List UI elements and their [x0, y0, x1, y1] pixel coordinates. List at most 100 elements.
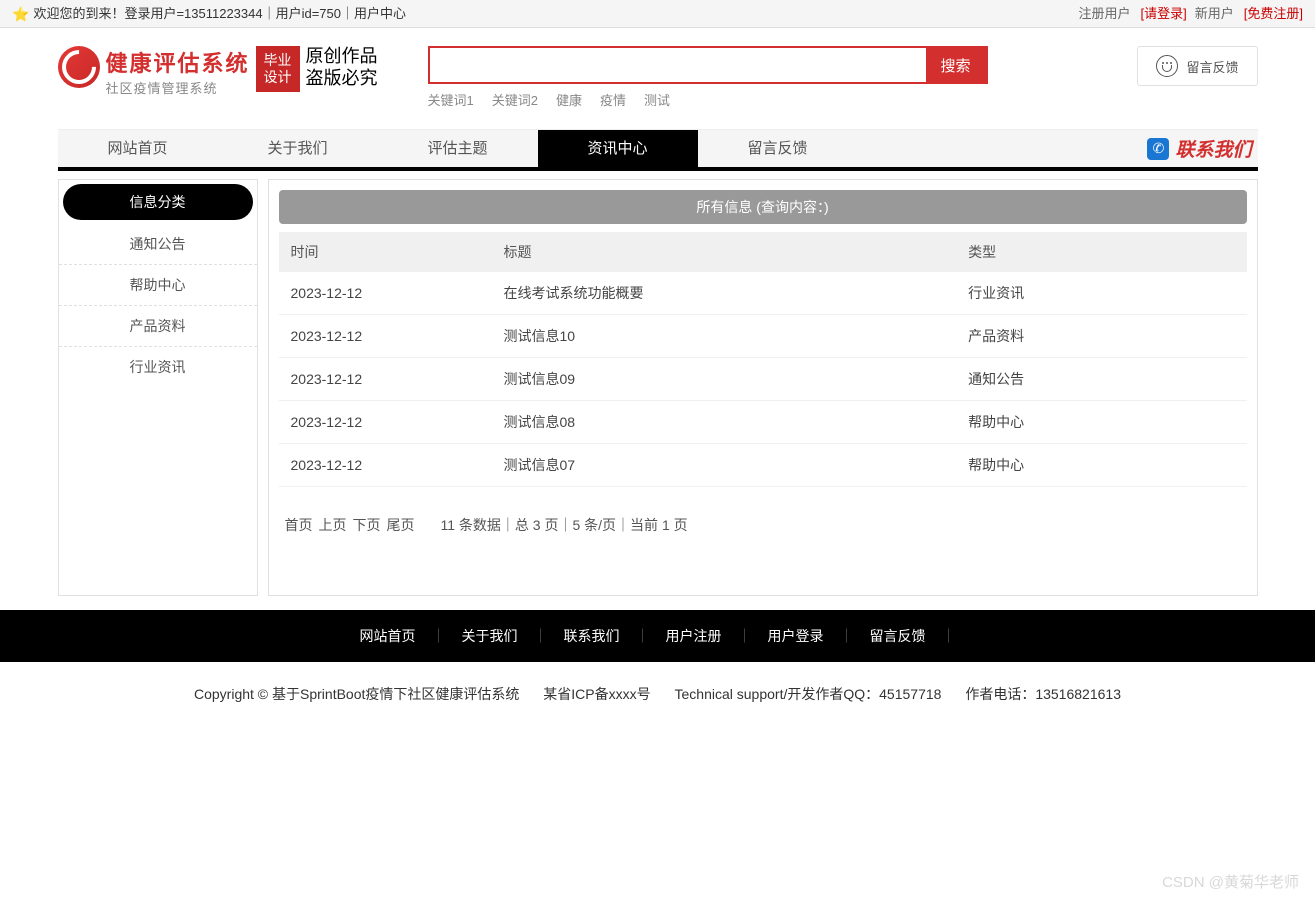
keyword-link[interactable]: 测试 — [644, 90, 670, 109]
phone-icon: ✆ — [1147, 138, 1169, 160]
table-row[interactable]: 2023-12-12在线考试系统功能概要行业资讯 — [279, 272, 1247, 315]
col-title: 标题 — [491, 232, 956, 272]
table-row[interactable]: 2023-12-12测试信息10产品资料 — [279, 315, 1247, 358]
footer-sep: ｜ — [526, 628, 556, 644]
logo-subtitle: 社区疫情管理系统 — [106, 78, 250, 97]
keyword-link[interactable]: 关键词1 — [428, 90, 474, 109]
footer-link[interactable]: 留言反馈 — [862, 628, 934, 644]
pagination: 首页 上页 下页 尾页 11 条数据｜总 3 页｜5 条/页｜当前 1 页 — [279, 515, 1247, 535]
footer-sep: ｜ — [424, 628, 454, 644]
col-type: 类型 — [956, 232, 1246, 272]
feedback-label: 留言反馈 — [1186, 57, 1238, 76]
navbar: 网站首页 关于我们 评估主题 资讯中心 留言反馈 ✆ 联系我们 — [58, 129, 1258, 171]
cell-time: 2023-12-12 — [279, 358, 492, 401]
copyright: Copyright © 基于SprintBoot疫情下社区健康评估系统 某省IC… — [0, 662, 1315, 726]
page-first[interactable]: 首页 — [285, 515, 313, 535]
footer-sep: ｜ — [934, 628, 964, 644]
page-prev[interactable]: 上页 — [319, 515, 347, 535]
cell-time: 2023-12-12 — [279, 272, 492, 315]
main-header: 所有信息 (查询内容：) — [279, 190, 1247, 224]
table-row[interactable]: 2023-12-12测试信息08帮助中心 — [279, 401, 1247, 444]
cell-type: 产品资料 — [956, 315, 1246, 358]
footer-sep: ｜ — [832, 628, 862, 644]
search-input[interactable] — [430, 48, 926, 82]
cell-time: 2023-12-12 — [279, 444, 492, 487]
cell-type: 行业资讯 — [956, 272, 1246, 315]
page-info: 11 条数据｜总 3 页｜5 条/页｜当前 1 页 — [441, 515, 688, 535]
footer-link[interactable]: 联系我们 — [556, 628, 628, 644]
topbar: ⭐ 欢迎您的到来！登录用户=13511223344｜用户id=750｜用户中心 … — [0, 0, 1315, 28]
sidebar-item-product[interactable]: 产品资料 — [59, 306, 257, 347]
data-table: 时间 标题 类型 2023-12-12在线考试系统功能概要行业资讯2023-12… — [279, 232, 1247, 487]
cell-type: 帮助中心 — [956, 401, 1246, 444]
support-text: Technical support/开发作者QQ：45157718 — [675, 686, 942, 702]
footer-link[interactable]: 网站首页 — [352, 628, 424, 644]
nav-news[interactable]: 资讯中心 — [538, 130, 698, 168]
sidebar-title: 信息分类 — [63, 184, 253, 220]
main-panel: 所有信息 (查询内容：) 时间 标题 类型 2023-12-12在线考试系统功能… — [268, 179, 1258, 596]
search-box: 搜索 — [428, 46, 988, 84]
search-button[interactable]: 搜索 — [926, 48, 986, 82]
logo-title: 健康评估系统 — [106, 46, 250, 78]
col-time: 时间 — [279, 232, 492, 272]
cell-title: 测试信息10 — [491, 315, 956, 358]
login-link[interactable]: [请登录] — [1141, 0, 1187, 28]
slogan: 原创作品 盗版必究 — [306, 46, 378, 89]
phone-text: 作者电话：13516821613 — [965, 686, 1121, 702]
nav-topics[interactable]: 评估主题 — [378, 130, 538, 168]
footer-link[interactable]: 用户注册 — [658, 628, 730, 644]
feedback-button[interactable]: 留言反馈 — [1137, 46, 1257, 86]
content: 信息分类 通知公告 帮助中心 产品资料 行业资讯 所有信息 (查询内容：) 时间… — [58, 179, 1258, 596]
contact-us[interactable]: ✆ 联系我们 — [1147, 135, 1257, 162]
topbar-left: ⭐ 欢迎您的到来！登录用户=13511223344｜用户id=750｜用户中心 — [12, 0, 406, 27]
table-row[interactable]: 2023-12-12测试信息07帮助中心 — [279, 444, 1247, 487]
nav-about[interactable]: 关于我们 — [218, 130, 378, 168]
watermark: CSDN @黄菊华老师 — [1162, 871, 1299, 892]
star-icon: ⭐ — [12, 0, 29, 28]
cell-title: 测试信息09 — [491, 358, 956, 401]
keyword-link[interactable]: 疫情 — [600, 90, 626, 109]
footer-link[interactable]: 用户登录 — [760, 628, 832, 644]
header: 健康评估系统 社区疫情管理系统 毕业 设计 原创作品 盗版必究 搜索 关键词1 … — [58, 28, 1258, 119]
logo-icon — [58, 46, 100, 88]
table-row[interactable]: 2023-12-12测试信息09通知公告 — [279, 358, 1247, 401]
registered-label: 注册用户 — [1079, 0, 1131, 28]
logo-block: 健康评估系统 社区疫情管理系统 毕业 设计 原创作品 盗版必究 — [58, 46, 378, 97]
register-link[interactable]: [免费注册] — [1244, 0, 1303, 28]
badge-line2: 设计 — [264, 69, 292, 86]
copyright-text: Copyright © 基于SprintBoot疫情下社区健康评估系统 — [194, 686, 519, 702]
sidebar: 信息分类 通知公告 帮助中心 产品资料 行业资讯 — [58, 179, 258, 596]
footer-nav: 网站首页｜关于我们｜联系我们｜用户注册｜用户登录｜留言反馈｜ — [0, 610, 1315, 662]
cell-time: 2023-12-12 — [279, 401, 492, 444]
slogan-line1: 原创作品 — [306, 46, 378, 68]
headset-icon — [1156, 55, 1178, 77]
search-wrap: 搜索 关键词1 关键词2 健康 疫情 测试 — [428, 46, 988, 109]
topbar-right: 注册用户 [请登录] 新用户 [免费注册] — [1079, 0, 1304, 27]
welcome-text: 欢迎您的到来！登录用户=13511223344｜用户id=750｜用户中心 — [33, 0, 406, 28]
search-keywords: 关键词1 关键词2 健康 疫情 测试 — [428, 90, 988, 109]
cell-type: 通知公告 — [956, 358, 1246, 401]
badge-line1: 毕业 — [264, 52, 292, 69]
page-next[interactable]: 下页 — [353, 515, 381, 535]
nav-feedback[interactable]: 留言反馈 — [698, 130, 858, 168]
slogan-line2: 盗版必究 — [306, 68, 378, 90]
footer-link[interactable]: 关于我们 — [454, 628, 526, 644]
cell-type: 帮助中心 — [956, 444, 1246, 487]
footer-sep: ｜ — [628, 628, 658, 644]
cell-title: 在线考试系统功能概要 — [491, 272, 956, 315]
sidebar-item-help[interactable]: 帮助中心 — [59, 265, 257, 306]
new-user-label: 新用户 — [1195, 0, 1234, 28]
graduation-badge: 毕业 设计 — [256, 46, 300, 92]
sidebar-item-notice[interactable]: 通知公告 — [59, 224, 257, 265]
keyword-link[interactable]: 健康 — [556, 90, 582, 109]
page-last[interactable]: 尾页 — [387, 515, 415, 535]
nav-home[interactable]: 网站首页 — [58, 130, 218, 168]
icp-text: 某省ICP备xxxx号 — [543, 686, 650, 702]
sidebar-item-industry[interactable]: 行业资讯 — [59, 347, 257, 387]
cell-time: 2023-12-12 — [279, 315, 492, 358]
keyword-link[interactable]: 关键词2 — [492, 90, 538, 109]
cell-title: 测试信息08 — [491, 401, 956, 444]
cell-title: 测试信息07 — [491, 444, 956, 487]
contact-label: 联系我们 — [1175, 135, 1251, 162]
footer-sep: ｜ — [730, 628, 760, 644]
